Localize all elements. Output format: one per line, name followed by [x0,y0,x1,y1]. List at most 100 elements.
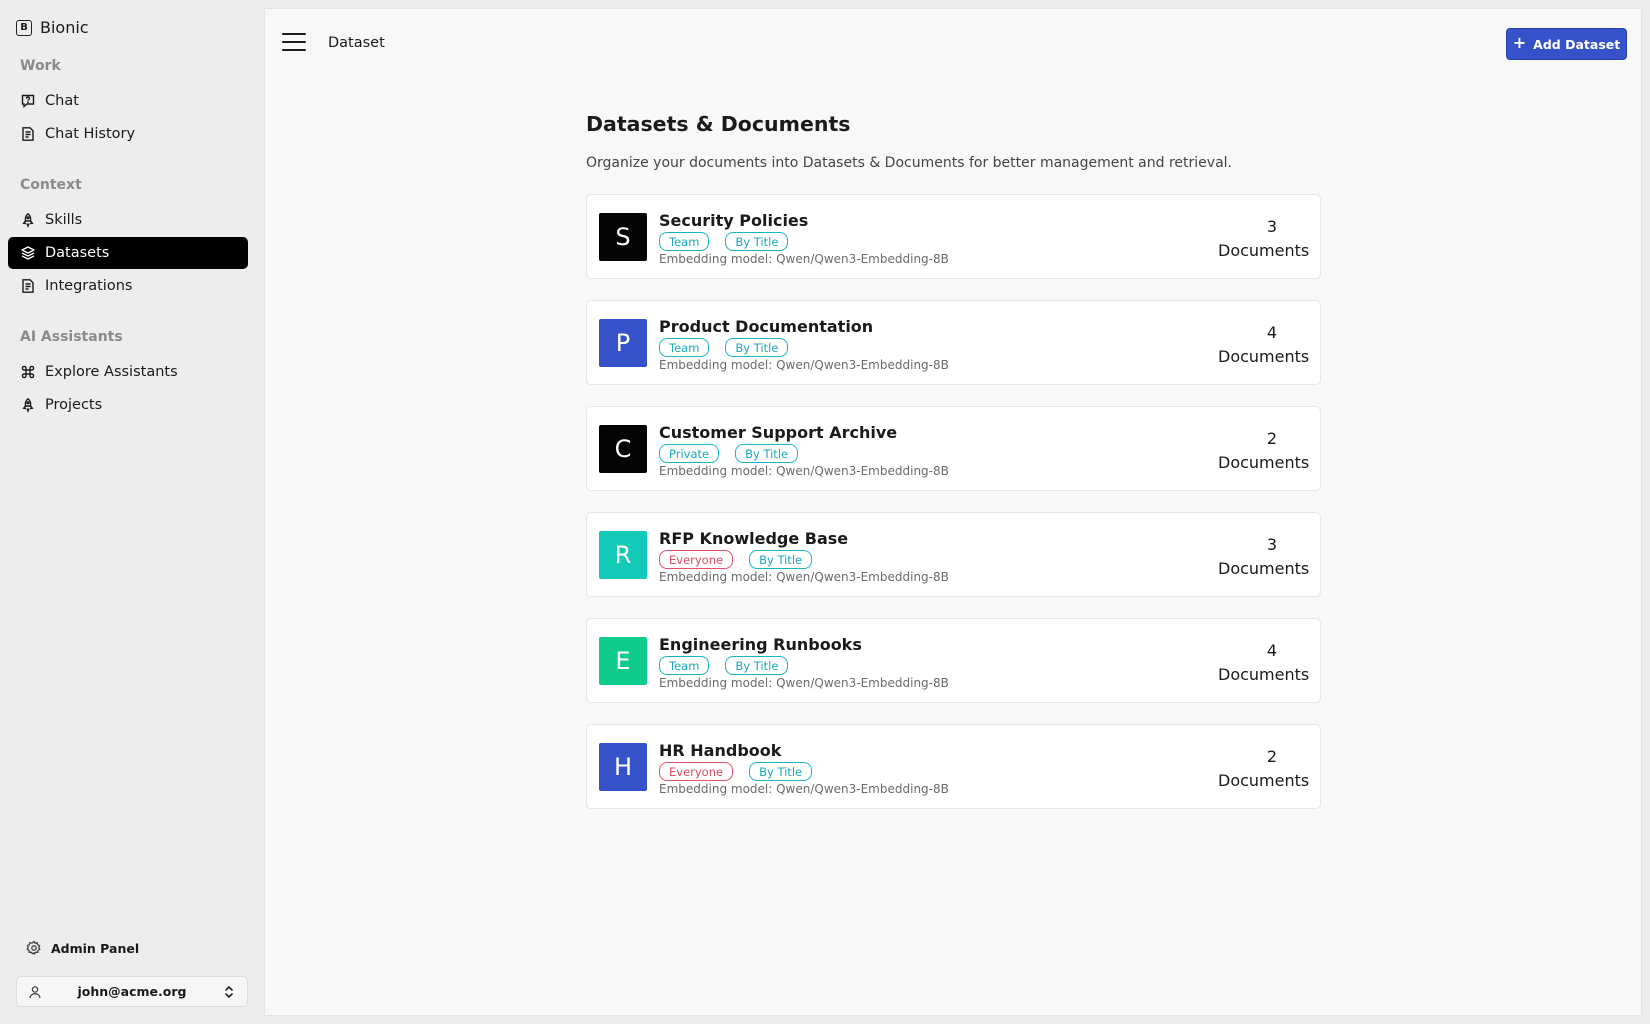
admin-panel-label: Admin Panel [51,940,140,956]
sidebar: B Bionic Work Chat Chat History Context … [0,0,263,1024]
visibility-badge: Team [659,232,710,251]
sidebar-item-skills[interactable]: Skills [8,204,248,236]
dataset-card[interactable]: R RFP Knowledge Base Everyone By Title E… [586,512,1321,597]
sidebar-item-label: Explore Assistants [45,364,178,380]
page-description: Organize your documents into Datasets & … [586,155,1232,171]
page-title: Datasets & Documents [586,112,851,136]
sidebar-item-chat-history[interactable]: Chat History [8,118,248,150]
dataset-avatar: C [599,425,647,473]
dataset-card[interactable]: H HR Handbook Everyone By Title Embeddin… [586,724,1321,809]
app-window: B Bionic Work Chat Chat History Context … [0,0,1650,1024]
dataset-tags: Private By Title [659,444,799,463]
document-count: 2 Documents [1218,427,1310,475]
dataset-avatar: E [599,637,647,685]
document-count-label: Documents [1218,347,1310,366]
document-count-value: 3 [1266,217,1278,236]
chat-question-icon [20,93,36,109]
dataset-name: Product Documentation [659,317,874,336]
chunking-badge: By Title [725,338,789,357]
add-dataset-label: Add Dataset [1533,36,1621,52]
document-count: 2 Documents [1218,745,1310,793]
embedding-model-text: Embedding model: Qwen/Qwen3-Embedding-8B [659,782,949,796]
chunking-badge: By Title [749,762,813,781]
dataset-card[interactable]: S Security Policies Team By Title Embedd… [586,194,1321,279]
section-title-context: Context [20,177,82,193]
dataset-card[interactable]: P Product Documentation Team By Title Em… [586,300,1321,385]
dataset-card[interactable]: E Engineering Runbooks Team By Title Emb… [586,618,1321,703]
dataset-name: HR Handbook [659,741,782,760]
sidebar-item-explore-assistants[interactable]: Explore Assistants [8,356,248,388]
dataset-avatar: R [599,531,647,579]
rocket-icon [20,212,36,228]
dataset-name: Engineering Runbooks [659,635,862,654]
document-count-value: 3 [1266,535,1278,554]
dataset-tags: Team By Title [659,338,789,357]
dataset-card[interactable]: C Customer Support Archive Private By Ti… [586,406,1321,491]
document-count-value: 4 [1266,323,1278,342]
gear-icon [26,940,42,956]
document-count: 4 Documents [1218,321,1310,369]
section-title-work: Work [20,58,61,74]
embedding-model-text: Embedding model: Qwen/Qwen3-Embedding-8B [659,358,949,372]
visibility-badge: Private [659,444,720,463]
dataset-list: S Security Policies Team By Title Embedd… [586,194,1321,830]
dataset-name: Customer Support Archive [659,423,898,442]
document-count: 4 Documents [1218,639,1310,687]
brand[interactable]: B Bionic [16,18,89,37]
dataset-avatar: H [599,743,647,791]
chunking-badge: By Title [725,656,789,675]
dataset-avatar: P [599,319,647,367]
dataset-tags: Everyone By Title [659,762,813,781]
visibility-badge: Everyone [659,550,734,569]
sidebar-item-label: Datasets [45,245,110,261]
plus-icon: + [1512,33,1527,52]
sidebar-item-label: Chat [45,93,79,109]
sidebar-item-label: Skills [45,212,83,228]
embedding-model-text: Embedding model: Qwen/Qwen3-Embedding-8B [659,464,949,478]
chunking-badge: By Title [735,444,799,463]
visibility-badge: Team [659,338,710,357]
embedding-model-text: Embedding model: Qwen/Qwen3-Embedding-8B [659,570,949,584]
user-icon [27,984,43,1000]
document-count-value: 2 [1266,429,1278,448]
sidebar-item-projects[interactable]: Projects [8,389,248,421]
document-count-label: Documents [1218,771,1310,790]
user-menu[interactable]: john@acme.org [16,976,248,1007]
embedding-model-text: Embedding model: Qwen/Qwen3-Embedding-8B [659,676,949,690]
dataset-name: Security Policies [659,211,809,230]
main-content: Dataset + Add Dataset Datasets & Documen… [264,8,1642,1016]
document-count-label: Documents [1218,559,1310,578]
document-count-label: Documents [1218,665,1310,684]
document-count-value: 2 [1266,747,1278,766]
brand-logo-icon: B [16,19,32,36]
brand-name: Bionic [40,18,89,37]
section-title-ai-assistants: AI Assistants [20,329,123,345]
chunking-badge: By Title [749,550,813,569]
dataset-tags: Team By Title [659,232,789,251]
document-count: 3 Documents [1218,533,1310,581]
dataset-avatar: S [599,213,647,261]
dataset-name: RFP Knowledge Base [659,529,849,548]
sidebar-item-datasets[interactable]: Datasets [8,237,248,269]
sidebar-item-label: Chat History [45,126,136,142]
integration-doc-icon [20,278,36,294]
sidebar-item-integrations[interactable]: Integrations [8,270,248,302]
document-count-label: Documents [1218,241,1310,260]
hamburger-menu-icon[interactable] [282,33,306,53]
dataset-tags: Team By Title [659,656,789,675]
page-breadcrumb: Dataset [328,35,385,51]
sidebar-item-chat[interactable]: Chat [8,85,248,117]
chevron-up-down-icon [221,984,237,1000]
sidebar-item-label: Projects [45,397,103,413]
user-email: john@acme.org [77,984,187,999]
admin-panel-link[interactable]: Admin Panel [26,940,139,956]
visibility-badge: Team [659,656,710,675]
layers-icon [20,245,36,261]
add-dataset-button[interactable]: + Add Dataset [1506,28,1627,60]
command-icon [20,364,36,380]
document-count: 3 Documents [1218,215,1310,263]
document-count-label: Documents [1218,453,1310,472]
chunking-badge: By Title [725,232,789,251]
document-count-value: 4 [1266,641,1278,660]
history-doc-icon [20,126,36,142]
